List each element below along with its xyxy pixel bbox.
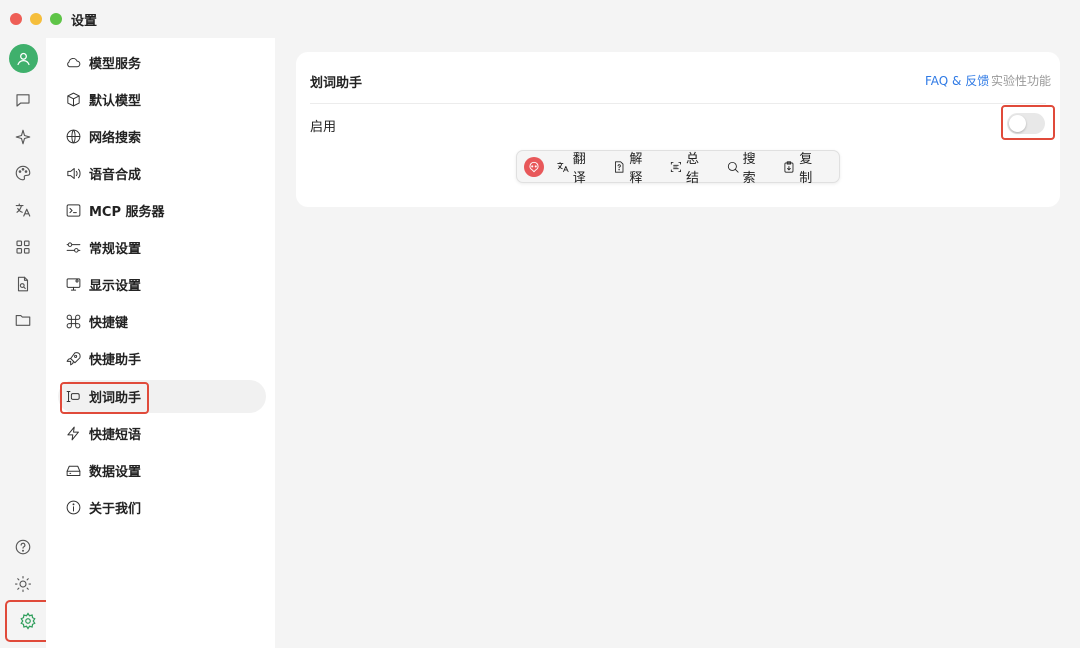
sidebar-item-web-search[interactable]: 网络搜索 <box>58 120 266 153</box>
user-icon <box>17 52 30 66</box>
monitor-icon <box>66 278 81 291</box>
sidebar-item-shortcuts[interactable]: 快捷键 <box>58 305 266 338</box>
command-icon <box>66 314 81 329</box>
toolbar-label: 复制 <box>799 151 813 186</box>
summary-icon <box>670 161 682 172</box>
toolbar-label: 翻译 <box>572 151 586 186</box>
toolbar-search-button[interactable]: 搜索 <box>726 148 769 186</box>
titlebar: 设置 <box>0 0 1080 38</box>
rail-assistant-button[interactable] <box>9 123 37 151</box>
rail-chat-button[interactable] <box>9 86 37 114</box>
toolbar-label: 总结 <box>685 151 699 186</box>
sidebar-item-quick-assistant[interactable]: 快捷助手 <box>58 342 266 375</box>
sidebar-item-default-model[interactable]: 默认模型 <box>58 83 266 116</box>
zoom-window-button[interactable] <box>50 13 62 25</box>
settings-icon <box>20 612 36 630</box>
rail-files-button[interactable] <box>9 270 37 298</box>
sidebar-item-tts[interactable]: 语音合成 <box>58 157 266 190</box>
zap-icon <box>67 426 79 441</box>
experimental-badge: 实验性功能 <box>991 74 1052 88</box>
rail-settings-button[interactable] <box>5 600 51 642</box>
sidebar-item-about[interactable]: 关于我们 <box>58 491 266 524</box>
sidebar-item-label: 模型服务 <box>89 57 142 72</box>
sidebar-item-label: 数据设置 <box>89 465 142 480</box>
globe-icon <box>66 129 81 144</box>
toolbar-label: 解释 <box>629 151 643 186</box>
toolbar-label: 搜索 <box>742 151 756 186</box>
sidebar-item-model-service[interactable]: 模型服务 <box>58 46 266 79</box>
theme-toggle-icon <box>14 575 32 593</box>
rail-folder-button[interactable] <box>9 306 37 334</box>
toolbar-explain-button[interactable]: 解释 <box>612 148 655 186</box>
page-title: 划词助手 <box>310 76 363 91</box>
rail-help-button[interactable] <box>9 533 37 561</box>
icon-rail <box>0 38 51 648</box>
sidebar-item-label: 语音合成 <box>89 168 142 183</box>
enable-label: 启用 <box>310 120 337 135</box>
translate-icon <box>15 203 31 217</box>
sidebar-item-general[interactable]: 常规设置 <box>58 231 266 264</box>
selection-assistant-card: 划词助手 FAQ & 反馈 实验性功能 启用 翻译 解释 总结 搜索 复制 <box>296 52 1060 207</box>
sidebar-item-label: 快捷短语 <box>89 428 142 443</box>
toolbar-copy-button[interactable]: 复制 <box>782 148 825 186</box>
file-search-icon <box>17 276 29 292</box>
settings-window: 设置 模型服务 默认模型 网络搜索 语音合成 MCP 服务器 常规设置 显示设置… <box>0 0 1080 648</box>
sliders-icon <box>66 242 81 253</box>
sidebar-item-label: MCP 服务器 <box>89 205 165 220</box>
hard-drive-icon <box>66 465 81 476</box>
sidebar-item-label: 划词助手 <box>89 391 142 406</box>
selection-toolbar-preview: 翻译 解释 总结 搜索 复制 <box>516 148 840 186</box>
search-icon <box>727 161 739 173</box>
sidebar-item-mcp-servers[interactable]: MCP 服务器 <box>58 194 266 227</box>
apps-grid-icon <box>16 240 30 254</box>
speaker-icon <box>67 168 81 179</box>
toggle-knob <box>1009 115 1026 132</box>
traffic-lights <box>10 13 62 25</box>
sidebar-item-label: 默认模型 <box>89 94 142 109</box>
rocket-icon <box>66 352 81 366</box>
sidebar-item-display[interactable]: 显示设置 <box>58 268 266 301</box>
faq-feedback-link[interactable]: FAQ & 反馈 <box>925 72 989 89</box>
sidebar-item-label: 快捷助手 <box>89 353 142 368</box>
rail-theme-button[interactable] <box>9 570 37 598</box>
info-icon <box>66 500 81 515</box>
copy-icon <box>784 160 794 173</box>
sidebar-item-label: 显示设置 <box>89 279 142 294</box>
rail-apps-button[interactable] <box>9 233 37 261</box>
folder-icon <box>15 314 31 326</box>
sidebar-item-data[interactable]: 数据设置 <box>58 454 266 487</box>
translate-icon <box>557 161 569 172</box>
settings-sidebar: 模型服务 默认模型 网络搜索 语音合成 MCP 服务器 常规设置 显示设置 快捷… <box>46 38 275 648</box>
terminal-icon <box>66 204 81 217</box>
app-logo-icon <box>524 156 544 177</box>
sidebar-item-label: 关于我们 <box>89 502 142 517</box>
close-window-button[interactable] <box>10 13 22 25</box>
chat-icon <box>16 94 30 107</box>
palette-icon <box>15 165 31 181</box>
sidebar-item-label: 网络搜索 <box>89 131 142 146</box>
help-icon <box>15 539 31 555</box>
rail-translate-button[interactable] <box>9 196 37 224</box>
rail-paint-button[interactable] <box>9 159 37 187</box>
enable-toggle[interactable] <box>1007 113 1045 134</box>
sidebar-item-quick-phrases[interactable]: 快捷短语 <box>58 417 266 450</box>
user-avatar[interactable] <box>9 44 38 73</box>
toolbar-summarize-button[interactable]: 总结 <box>669 148 712 186</box>
divider <box>310 103 1046 104</box>
toolbar-translate-button[interactable]: 翻译 <box>556 148 599 186</box>
sidebar-item-label: 常规设置 <box>89 242 142 257</box>
sidebar-item-label: 快捷键 <box>89 316 129 331</box>
question-doc-icon <box>615 160 624 173</box>
sidebar-item-selection-assistant[interactable]: 划词助手 <box>58 380 266 413</box>
window-title: 设置 <box>71 13 98 29</box>
cloud-icon <box>67 57 81 68</box>
sparkle-icon <box>15 129 31 145</box>
minimize-window-button[interactable] <box>30 13 42 25</box>
cube-icon <box>67 92 80 107</box>
text-cursor-icon <box>66 391 80 402</box>
